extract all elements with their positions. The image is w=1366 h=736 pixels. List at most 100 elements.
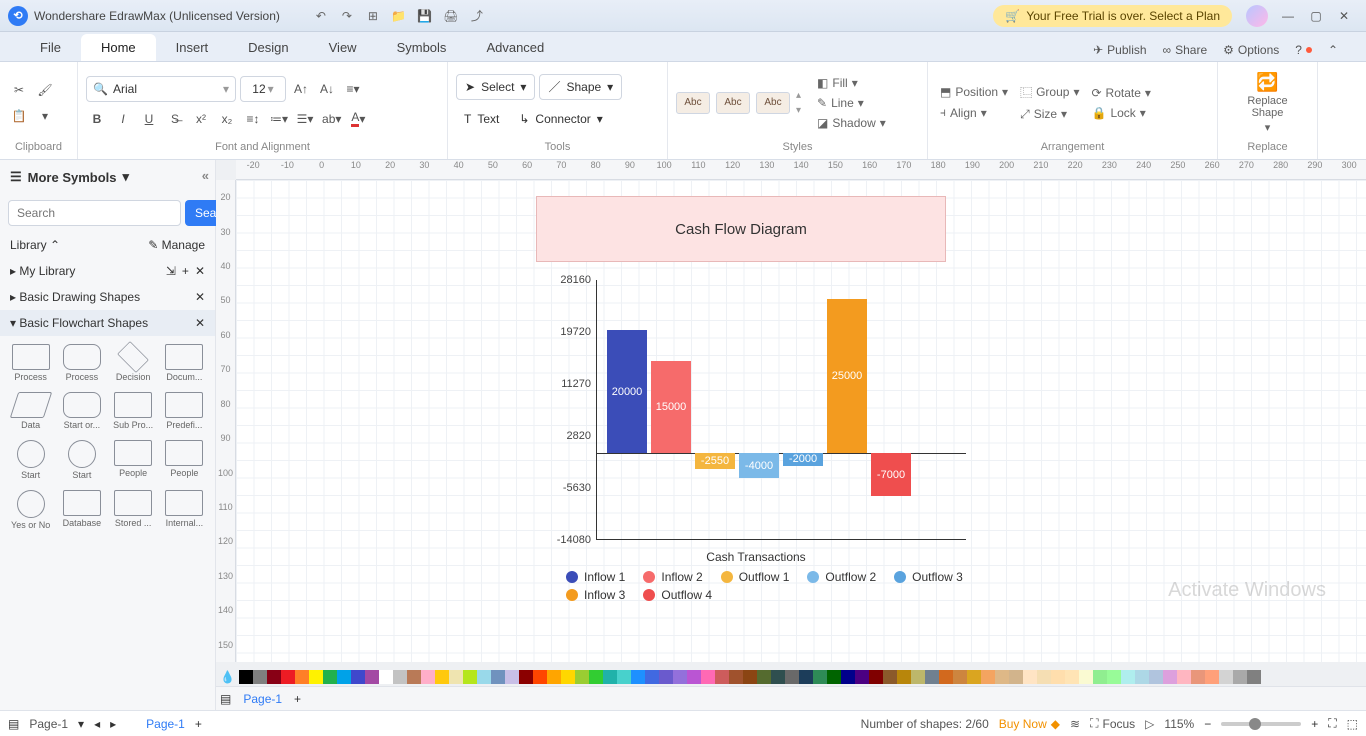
color-swatch[interactable]	[1051, 670, 1065, 684]
bar-inflow-3[interactable]: 25000	[827, 299, 867, 453]
chart-title-box[interactable]: Cash Flow Diagram	[536, 196, 946, 262]
color-swatch[interactable]	[505, 670, 519, 684]
color-swatch[interactable]	[1191, 670, 1205, 684]
color-swatch[interactable]	[1233, 670, 1247, 684]
color-swatch[interactable]	[1135, 670, 1149, 684]
shape-database[interactable]: Database	[57, 486, 106, 534]
increase-font-button[interactable]: A↑	[290, 78, 312, 100]
color-swatch[interactable]	[1023, 670, 1037, 684]
menu-home[interactable]: Home	[81, 34, 156, 61]
color-swatch[interactable]	[883, 670, 897, 684]
shape-process[interactable]: Process	[6, 340, 55, 386]
fill-button[interactable]: ◧Fill▾	[813, 74, 862, 92]
import-lib-icon[interactable]: ⇲	[166, 264, 176, 278]
bar-outflow-4[interactable]: -7000	[871, 453, 911, 496]
edit-icon[interactable]: ✎	[148, 238, 158, 252]
color-swatch[interactable]	[1037, 670, 1051, 684]
decrease-font-button[interactable]: A↓	[316, 78, 338, 100]
font-size-select[interactable]: 12▾	[240, 76, 286, 102]
color-swatch[interactable]	[1065, 670, 1079, 684]
color-swatch[interactable]	[309, 670, 323, 684]
legend-item[interactable]: Inflow 2	[643, 570, 702, 584]
color-swatch[interactable]	[239, 670, 253, 684]
close-button[interactable]: ✕	[1330, 2, 1358, 30]
zoom-out-button[interactable]: −	[1204, 717, 1211, 731]
collapse-panel-button[interactable]: «	[202, 168, 209, 183]
close-section-icon[interactable]: ✕	[195, 290, 205, 304]
focus-button[interactable]: ⛶Focus	[1090, 716, 1135, 731]
line-button[interactable]: ✎Line▾	[813, 94, 868, 112]
page-menu-icon[interactable]: ▤	[8, 717, 19, 731]
new-button[interactable]: ⊞	[362, 5, 384, 27]
library-label[interactable]: Library	[10, 238, 47, 252]
share-button[interactable]: ∞Share	[1155, 39, 1216, 61]
zoom-in-button[interactable]: +	[1311, 717, 1318, 731]
zoom-slider[interactable]	[1221, 722, 1301, 726]
chart[interactable]: -14080-563028201127019720281602000015000…	[546, 280, 966, 580]
symbol-search-input[interactable]	[8, 200, 181, 226]
dropper-icon[interactable]: 💧	[220, 670, 235, 684]
user-avatar[interactable]	[1246, 5, 1268, 27]
underline-button[interactable]: U	[138, 108, 160, 130]
bar-outflow-2[interactable]: -4000	[739, 453, 779, 478]
shadow-button[interactable]: ◪Shadow▾	[813, 114, 890, 132]
color-swatch[interactable]	[771, 670, 785, 684]
color-swatch[interactable]	[1205, 670, 1219, 684]
connector-tool[interactable]: ↳Connector▾	[511, 106, 610, 132]
open-button[interactable]: 📁	[388, 5, 410, 27]
color-swatch[interactable]	[631, 670, 645, 684]
line-spacing-button[interactable]: ≡↕	[242, 108, 264, 130]
shape-yesorno[interactable]: Yes or No	[6, 486, 55, 534]
style-prev[interactable]: ▴	[796, 90, 801, 101]
color-swatch[interactable]	[1121, 670, 1135, 684]
color-swatch[interactable]	[967, 670, 981, 684]
color-swatch[interactable]	[365, 670, 379, 684]
shape-start[interactable]: Start	[6, 436, 55, 484]
color-swatch[interactable]	[561, 670, 575, 684]
section-basic-drawing[interactable]: ▸ Basic Drawing Shapes ✕	[0, 284, 215, 310]
group-button[interactable]: ⿺Group▾	[1016, 82, 1083, 103]
color-swatch[interactable]	[757, 670, 771, 684]
color-swatch[interactable]	[841, 670, 855, 684]
color-swatch[interactable]	[1149, 670, 1163, 684]
color-swatch[interactable]	[1009, 670, 1023, 684]
bar-inflow-2[interactable]: 15000	[651, 361, 691, 453]
menu-symbols[interactable]: Symbols	[377, 34, 467, 61]
highlight-button[interactable]: ab▾	[320, 108, 343, 130]
shape-tool[interactable]: ／Shape▾	[539, 74, 622, 100]
menu-insert[interactable]: Insert	[156, 34, 229, 61]
lock-button[interactable]: 🔒Lock▾	[1087, 104, 1149, 122]
color-swatch[interactable]	[547, 670, 561, 684]
help-button[interactable]: ?	[1287, 39, 1320, 61]
canvas[interactable]: Cash Flow Diagram -14080-563028201127019…	[236, 180, 1366, 662]
font-family-select[interactable]: 🔍Arial▾	[86, 76, 236, 102]
shape-docum[interactable]: Docum...	[160, 340, 209, 386]
bullet-button[interactable]: ≔▾	[268, 108, 290, 130]
list-button[interactable]: ☰▾	[294, 108, 316, 130]
color-swatch[interactable]	[1079, 670, 1093, 684]
size-button[interactable]: ⤢Size▾	[1016, 105, 1071, 124]
color-swatch[interactable]	[1107, 670, 1121, 684]
color-swatch[interactable]	[1177, 670, 1191, 684]
page-tab[interactable]: Page-1	[231, 692, 294, 706]
shape-internal[interactable]: Internal...	[160, 486, 209, 534]
shape-people[interactable]: People	[109, 436, 158, 484]
next-page-button[interactable]: ▸	[110, 717, 116, 731]
manage-label[interactable]: Manage	[162, 238, 205, 252]
layers-icon[interactable]: ≋	[1070, 717, 1080, 731]
shape-predefi[interactable]: Predefi...	[160, 388, 209, 434]
style-preset-3[interactable]: Abc	[756, 92, 790, 114]
color-swatch[interactable]	[491, 670, 505, 684]
save-button[interactable]: 💾	[414, 5, 436, 27]
color-swatch[interactable]	[435, 670, 449, 684]
superscript-button[interactable]: x²	[190, 108, 212, 130]
align-button[interactable]: ⫞Align▾	[936, 103, 991, 122]
color-swatch[interactable]	[575, 670, 589, 684]
color-swatch[interactable]	[729, 670, 743, 684]
status-page-tab[interactable]: Page-1	[146, 717, 185, 731]
color-swatch[interactable]	[1219, 670, 1233, 684]
color-swatch[interactable]	[421, 670, 435, 684]
status-page[interactable]: Page-1	[29, 717, 68, 731]
color-swatch[interactable]	[715, 670, 729, 684]
collapse-ribbon-button[interactable]: ⌃	[1320, 39, 1346, 61]
